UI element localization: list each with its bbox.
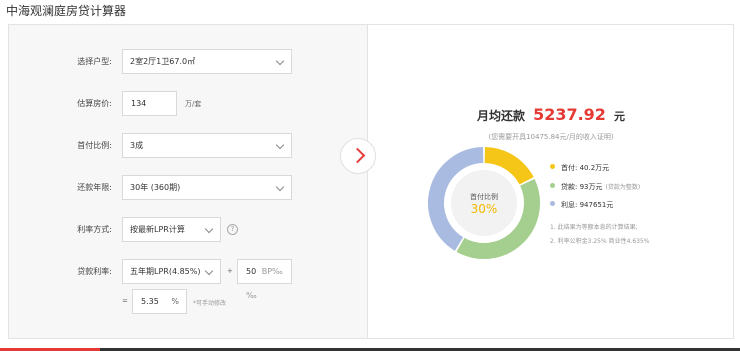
term-label: 还款年限: [77,183,112,192]
bp-input[interactable]: 50 BP‰‰ [237,259,292,300]
legend-dot [550,164,555,169]
equals-sign: = [122,297,128,305]
chevron-down-icon [275,140,285,150]
chevron-down-icon [204,224,214,234]
house-type-select[interactable]: 2室2厅1卫67.0㎡ [122,49,292,74]
legend-dot [550,183,555,188]
rate-mode-value: 按最新LPR计算 [130,225,185,234]
price-input[interactable]: 134 [122,91,177,116]
loan-rate-select[interactable]: 五年期LPR(4.85%) [122,259,221,284]
monthly-unit: 元 [614,110,626,123]
chevron-right-icon [349,147,366,164]
chevron-down-icon [275,56,285,66]
income-note: (您需要开具10475.84元/月的收入证明) [488,133,614,141]
legend-value: 947651元 [579,201,614,209]
rate-mode-select[interactable]: 按最新LPR计算 [122,217,221,242]
legend-item-down-payment: 首付: 40.2万元 [550,163,609,173]
editable-note: *可手动修改 [193,300,227,307]
price-label: 估算房价: [77,99,112,108]
chevron-down-icon [275,182,285,192]
down-payment-label: 首付比例: [77,141,112,150]
legend-item-interest: 利息: 947651元 [550,200,613,210]
legend-label: 首付: [561,164,578,172]
calculate-button[interactable] [340,138,376,174]
help-icon[interactable]: ? [227,224,238,235]
loan-rate-value: 五年期LPR(4.85%) [130,267,201,276]
house-type-value: 2室2厅1卫67.0㎡ [130,57,196,66]
legend-value: 40.2万元 [579,164,610,172]
term-value: 30年 (360期) [130,183,181,192]
legend-label: 贷款: [561,183,578,191]
bp-value: 50 [246,267,257,276]
page-title: 中海观澜庭房贷计算器 [6,4,127,18]
result-note-2: 2. 利率公积金3.25% 商业性4.635% [550,238,650,245]
monthly-payment: 月均还款 5237.92 元 [368,105,734,124]
result-note-1: 1. 此结果为等额本息的计算结果; [550,224,638,231]
rate-mode-label: 利率方式: [77,225,112,234]
plus-sign: + [227,267,233,275]
calculator-panel: 选择户型: 2室2厅1卫67.0㎡ 估算房价: 134 万/套 首付比例: 3成… [8,24,734,339]
result-rate-value: 5.35 [141,297,159,306]
legend-label: 利息: [561,201,578,209]
down-payment-value: 3成 [130,141,144,150]
term-select[interactable]: 30年 (360期) [122,175,292,200]
house-type-label: 选择户型: [77,57,112,66]
loan-rate-label: 贷款利率: [77,267,112,276]
legend-value: 93万元 [579,183,603,191]
result-pane: 月均还款 5237.92 元 (您需要开具10475.84元/月的收入证明) 首… [367,25,733,338]
result-rate-input[interactable]: 5.35 % [132,289,187,314]
center-value: 30% [471,202,498,216]
legend-item-loan: 贷款: 93万元 (贷款为整数) [550,182,640,192]
payment-donut-chart: 首付比例 30% [428,147,540,259]
monthly-label: 月均还款 [476,109,525,123]
result-rate-unit: % [171,297,179,306]
input-pane: 选择户型: 2室2厅1卫67.0㎡ 估算房价: 134 万/套 首付比例: 3成… [9,25,367,338]
price-unit: 万/套 [185,100,202,108]
legend-hint: (贷款为整数) [605,184,641,191]
monthly-amount: 5237.92 [533,105,606,124]
chevron-down-icon [204,266,214,276]
down-payment-select[interactable]: 3成 [122,133,292,158]
center-label: 首付比例 [470,192,498,201]
legend-dot [550,201,555,206]
